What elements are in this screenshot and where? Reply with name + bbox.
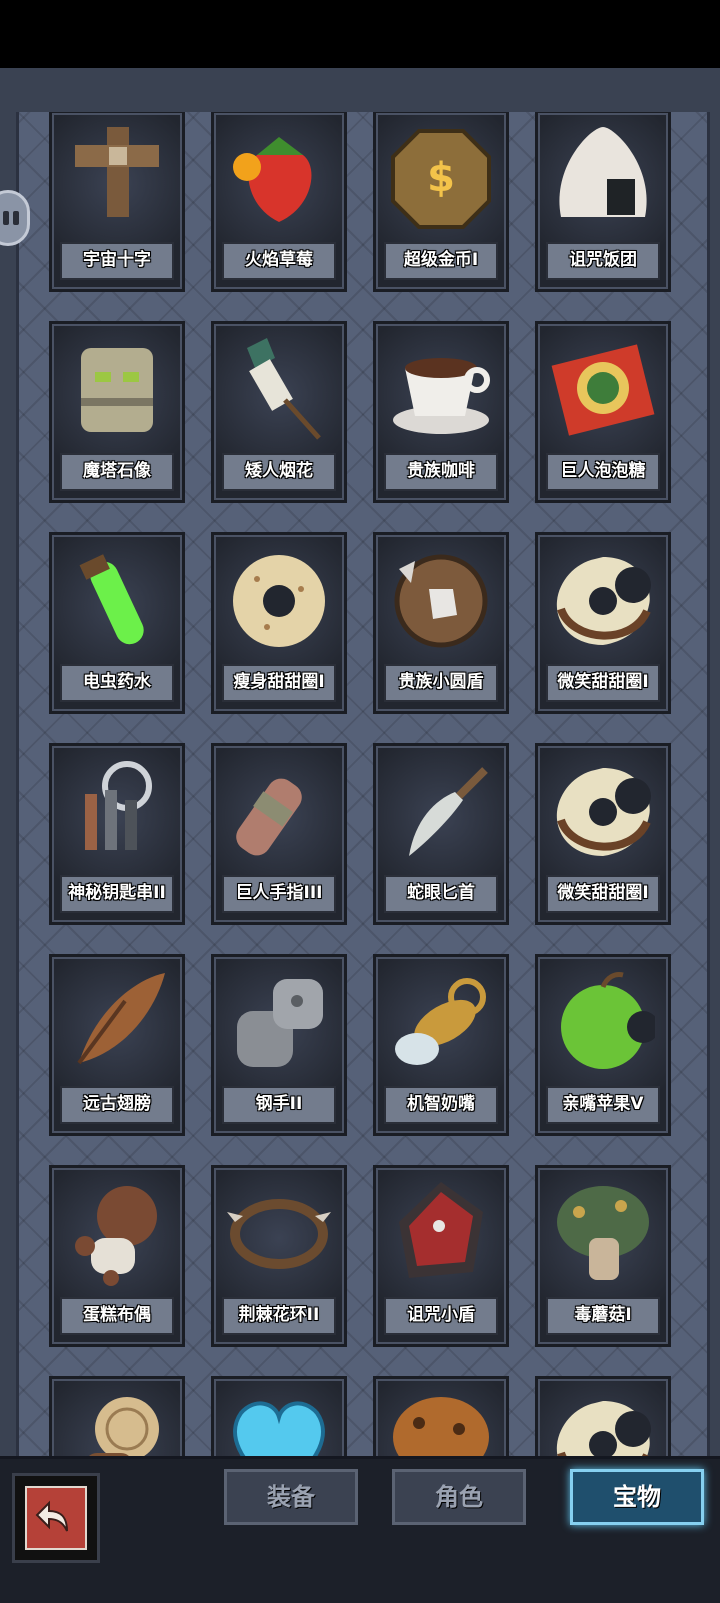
item-slot[interactable]: 蛇眼匕首 <box>373 743 509 925</box>
item-slot[interactable]: 远古翅膀 <box>49 954 185 1136</box>
thorn-wreath-icon <box>227 1182 331 1286</box>
item-slot[interactable]: 巨人泡泡糖 <box>535 321 671 503</box>
item-name-label: 蛇眼匕首 <box>384 875 498 913</box>
rice-ball-icon <box>551 127 655 231</box>
item-name-label: 诅咒小盾 <box>384 1297 498 1335</box>
item-name-label: 微笑甜甜圈I <box>546 664 660 702</box>
item-slot[interactable]: 蛋糕布偶 <box>49 1165 185 1347</box>
item-name-label: 巨人手指III <box>222 875 336 913</box>
bubble-gum-pack-icon <box>551 338 655 442</box>
return-arrow-icon <box>25 1486 87 1550</box>
item-name-label: 神秘钥匙串II <box>60 875 174 913</box>
item-slot[interactable]: 诅咒小盾 <box>373 1165 509 1347</box>
item-name-label: 诅咒饭团 <box>546 242 660 280</box>
item-slot[interactable]: 钢手II <box>211 954 347 1136</box>
item-name-label: 钢手II <box>222 1086 336 1124</box>
steel-gauntlet-icon <box>227 971 331 1075</box>
item-name-label: 矮人烟花 <box>222 453 336 491</box>
item-slot[interactable]: 贵族咖啡 <box>373 321 509 503</box>
item-name-label: 微笑甜甜圈I <box>546 875 660 913</box>
pause-bar-icon <box>3 211 9 225</box>
item-slot[interactable]: 宇宙十字 <box>49 112 185 292</box>
pacifier-icon <box>389 971 493 1075</box>
item-name-label: 巨人泡泡糖 <box>546 453 660 491</box>
item-name-label: 电虫药水 <box>60 664 174 702</box>
poison-mushroom-icon <box>551 1182 655 1286</box>
bitten-donut-icon <box>551 549 655 653</box>
item-slot[interactable]: 微笑甜甜圈I <box>535 743 671 925</box>
fire-strawberry-icon <box>227 127 331 231</box>
pause-bar-icon <box>13 211 19 225</box>
tab-equipment[interactable]: 装备 <box>224 1469 358 1525</box>
firework-rocket-icon <box>227 338 331 442</box>
dagger-icon <box>389 760 493 864</box>
item-grid: 宇宙十字 火焰草莓 $ 超级金币I 诅咒饭团魔塔石像 矮人烟花 贵族咖啡 巨人泡泡糖电虫药水 瘦… <box>49 112 671 1472</box>
item-slot[interactable]: 亲嘴苹果V <box>535 954 671 1136</box>
green-potion-icon <box>65 549 169 653</box>
item-slot[interactable]: 矮人烟花 <box>211 321 347 503</box>
item-name-label: 魔塔石像 <box>60 453 174 491</box>
item-name-label: 贵族小圆盾 <box>384 664 498 702</box>
item-slot[interactable]: 神秘钥匙串II <box>49 743 185 925</box>
item-slot[interactable]: 火焰草莓 <box>211 112 347 292</box>
item-slot[interactable]: 电虫药水 <box>49 532 185 714</box>
item-grid-frame[interactable]: 宇宙十字 火焰草莓 $ 超级金币I 诅咒饭团魔塔石像 矮人烟花 贵族咖啡 巨人泡泡糖电虫药水 瘦… <box>16 112 710 1472</box>
gold-coin-icon: $ <box>389 127 493 231</box>
item-slot[interactable]: 机智奶嘴 <box>373 954 509 1136</box>
stone-totem-icon <box>65 338 169 442</box>
back-button[interactable] <box>12 1473 100 1563</box>
item-slot[interactable]: 巨人手指III <box>211 743 347 925</box>
tab-treasure[interactable]: 宝物 <box>570 1469 704 1525</box>
item-name-label: 瘦身甜甜圈I <box>222 664 336 702</box>
green-apple-icon <box>551 971 659 1075</box>
cursed-shield-icon <box>389 1182 493 1286</box>
wing-icon <box>65 971 169 1075</box>
item-name-label: 宇宙十字 <box>60 242 174 280</box>
svg-text:$: $ <box>427 155 455 201</box>
item-name-label: 火焰草莓 <box>222 242 336 280</box>
item-name-label: 超级金币I <box>384 242 498 280</box>
item-name-label: 贵族咖啡 <box>384 453 498 491</box>
item-slot[interactable]: 诅咒饭团 <box>535 112 671 292</box>
item-slot[interactable]: 微笑甜甜圈I <box>535 532 671 714</box>
item-slot[interactable]: $ 超级金币I <box>373 112 509 292</box>
donut-icon <box>227 549 331 653</box>
item-slot[interactable]: 荆棘花环II <box>211 1165 347 1347</box>
item-name-label: 亲嘴苹果V <box>546 1086 660 1124</box>
round-shield-icon <box>389 549 493 653</box>
bottom-nav-bar: 装备 角色 宝物 <box>0 1456 720 1603</box>
item-name-label: 毒蘑菇I <box>546 1297 660 1335</box>
item-slot[interactable]: 贵族小圆盾 <box>373 532 509 714</box>
giant-finger-icon <box>227 760 331 864</box>
item-name-label: 机智奶嘴 <box>384 1086 498 1124</box>
wooden-cross-icon <box>65 127 169 231</box>
tab-character[interactable]: 角色 <box>392 1469 526 1525</box>
item-name-label: 远古翅膀 <box>60 1086 174 1124</box>
item-slot[interactable]: 魔塔石像 <box>49 321 185 503</box>
voodoo-doll-icon <box>65 1182 169 1286</box>
item-name-label: 蛋糕布偶 <box>60 1297 174 1335</box>
coffee-cup-icon <box>389 338 493 442</box>
item-name-label: 荆棘花环II <box>222 1297 336 1335</box>
bitten-donut-icon <box>551 760 655 864</box>
key-ring-icon <box>65 760 169 864</box>
item-slot[interactable]: 毒蘑菇I <box>535 1165 671 1347</box>
item-slot[interactable]: 瘦身甜甜圈I <box>211 532 347 714</box>
